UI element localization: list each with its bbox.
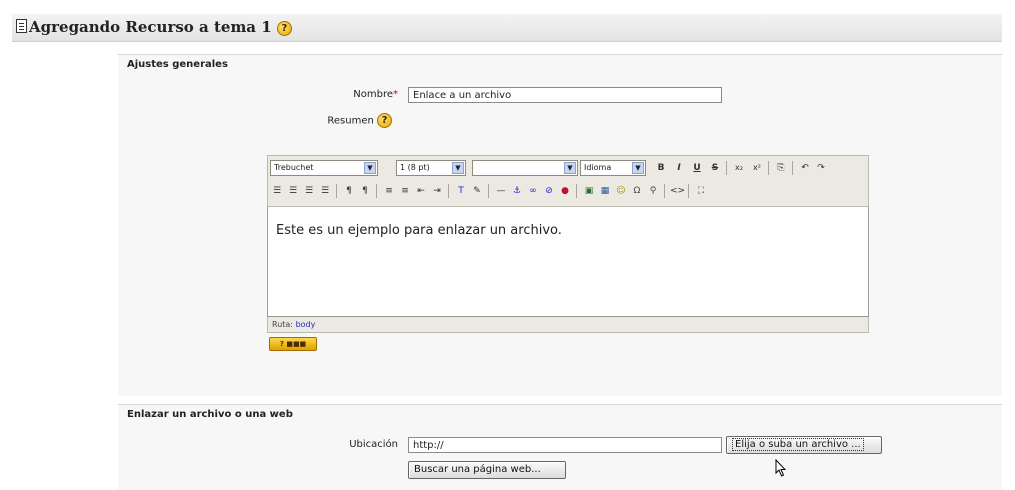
chevron-down-icon: ▼	[452, 162, 464, 174]
bullet-list-icon[interactable]: ≡	[398, 184, 412, 198]
clean-word-icon[interactable]: ⎘	[774, 161, 788, 175]
name-label: Nombre*	[300, 89, 398, 100]
redo-icon[interactable]: ↷	[814, 161, 828, 175]
font-size-select[interactable]: 1 (8 pt) ▼	[396, 160, 466, 176]
toolbar-separator	[488, 184, 489, 198]
search-web-button[interactable]: Buscar una página web...	[408, 461, 566, 479]
toolbar-separator	[688, 184, 689, 198]
editor-statusbar: Ruta: body	[267, 317, 869, 333]
smiley-icon[interactable]: ☺	[614, 184, 628, 198]
toolbar-row-1: Trebuchet ▼ 1 (8 pt) ▼ ▼ Idioma ▼ B I U	[270, 160, 866, 178]
undo-icon[interactable]: ↶	[798, 161, 812, 175]
align-center-icon[interactable]: ☰	[286, 184, 300, 198]
page: Agregando Recurso a tema 1 ? Ajustes gen…	[0, 0, 1015, 490]
strikethrough-icon[interactable]: S	[708, 161, 722, 175]
indent-icon[interactable]: ⇥	[430, 184, 444, 198]
toolbar-separator	[336, 184, 337, 198]
chevron-down-icon: ▼	[564, 162, 576, 174]
font-size-value: 1 (8 pt)	[400, 163, 430, 172]
align-left-icon[interactable]: ☰	[270, 184, 284, 198]
choose-file-button-label: Elija o suba un archivo ...	[732, 438, 864, 451]
name-label-text: Nombre	[353, 89, 393, 100]
general-settings-legend: Ajustes generales	[127, 59, 228, 70]
link-legend: Enlazar un archivo o una web	[127, 409, 293, 420]
required-mark: *	[393, 89, 398, 100]
unlink-icon[interactable]: ⊘	[542, 184, 556, 198]
nolink-icon[interactable]: ●	[558, 184, 572, 198]
chevron-down-icon: ▼	[632, 162, 644, 174]
special-char-icon[interactable]: Ω	[630, 184, 644, 198]
editor-toolbar: Trebuchet ▼ 1 (8 pt) ▼ ▼ Idioma ▼ B I U	[267, 155, 869, 207]
toolbar-separator	[376, 184, 377, 198]
location-label: Ubicación	[349, 439, 398, 450]
path-body-link[interactable]: body	[296, 320, 316, 329]
language-select[interactable]: Idioma ▼	[580, 160, 646, 176]
toolbar-row-2: ☰ ☰ ☰ ☰ ¶ ¶ ≡ ≡ ⇤ ⇥ T ✎ — ⚓ ∞ ⊘ ● ▣ ▦ ☺ …	[270, 183, 866, 201]
ordered-list-icon[interactable]: ≡	[382, 184, 396, 198]
font-family-value: Trebuchet	[274, 163, 314, 172]
ltr-icon[interactable]: ¶	[342, 184, 356, 198]
subscript-icon[interactable]: x₂	[732, 161, 746, 175]
horizontal-rule-icon[interactable]: —	[494, 184, 508, 198]
highlight-color-icon[interactable]: ✎	[470, 184, 484, 198]
toolbar-separator	[576, 184, 577, 198]
choose-file-button[interactable]: Elija o suba un archivo ...	[726, 436, 882, 454]
fullscreen-icon[interactable]: ⛶	[694, 184, 708, 198]
html-source-icon[interactable]: <>	[670, 184, 685, 198]
page-title: Agregando Recurso a tema 1 ?	[29, 18, 292, 36]
name-field[interactable]	[408, 87, 722, 103]
font-family-select[interactable]: Trebuchet ▼	[270, 160, 378, 176]
summary-label: Resumen ?	[300, 113, 392, 128]
mouse-cursor-icon	[775, 459, 787, 477]
location-field[interactable]	[408, 437, 722, 453]
paragraph-style-select[interactable]: ▼	[472, 160, 578, 176]
toolbar-separator	[792, 161, 793, 175]
toolbar-separator	[664, 184, 665, 198]
outdent-icon[interactable]: ⇤	[414, 184, 428, 198]
path-label: Ruta:	[272, 320, 294, 329]
superscript-icon[interactable]: x²	[750, 161, 764, 175]
anchor-icon[interactable]: ⚓	[510, 184, 524, 198]
editor-content-area[interactable]: Este es un ejemplo para enlazar un archi…	[267, 207, 869, 317]
help-icon[interactable]: ?	[276, 20, 292, 36]
chevron-down-icon: ▼	[364, 162, 376, 174]
html-editor: Trebuchet ▼ 1 (8 pt) ▼ ▼ Idioma ▼ B I U	[267, 155, 869, 333]
page-title-text: Agregando Recurso a tema 1	[29, 18, 272, 36]
toolbar-separator	[768, 161, 769, 175]
summary-label-text: Resumen	[327, 115, 374, 127]
toolbar-separator	[726, 161, 727, 175]
align-justify-icon[interactable]: ☰	[318, 184, 332, 198]
resource-page-icon	[16, 19, 27, 33]
bold-icon[interactable]: B	[654, 161, 668, 175]
text-color-icon[interactable]: T	[454, 184, 468, 198]
underline-icon[interactable]: U	[690, 161, 704, 175]
summary-help-icon[interactable]: ?	[377, 113, 392, 128]
toolbar-separator	[448, 184, 449, 198]
rtl-icon[interactable]: ¶	[358, 184, 372, 198]
italic-icon[interactable]: I	[672, 161, 686, 175]
language-value: Idioma	[584, 163, 612, 172]
insert-table-icon[interactable]: ▦	[598, 184, 612, 198]
editor-help-badge[interactable]: ? ■■■	[269, 337, 317, 351]
insert-image-icon[interactable]: ▣	[582, 184, 596, 198]
search-replace-icon[interactable]: ⚲	[646, 184, 660, 198]
link-icon[interactable]: ∞	[526, 184, 540, 198]
search-web-button-label: Buscar una página web...	[414, 464, 541, 475]
editor-content-text: Este es un ejemplo para enlazar un archi…	[276, 223, 562, 238]
page-header: Agregando Recurso a tema 1 ?	[12, 14, 1002, 42]
align-right-icon[interactable]: ☰	[302, 184, 316, 198]
